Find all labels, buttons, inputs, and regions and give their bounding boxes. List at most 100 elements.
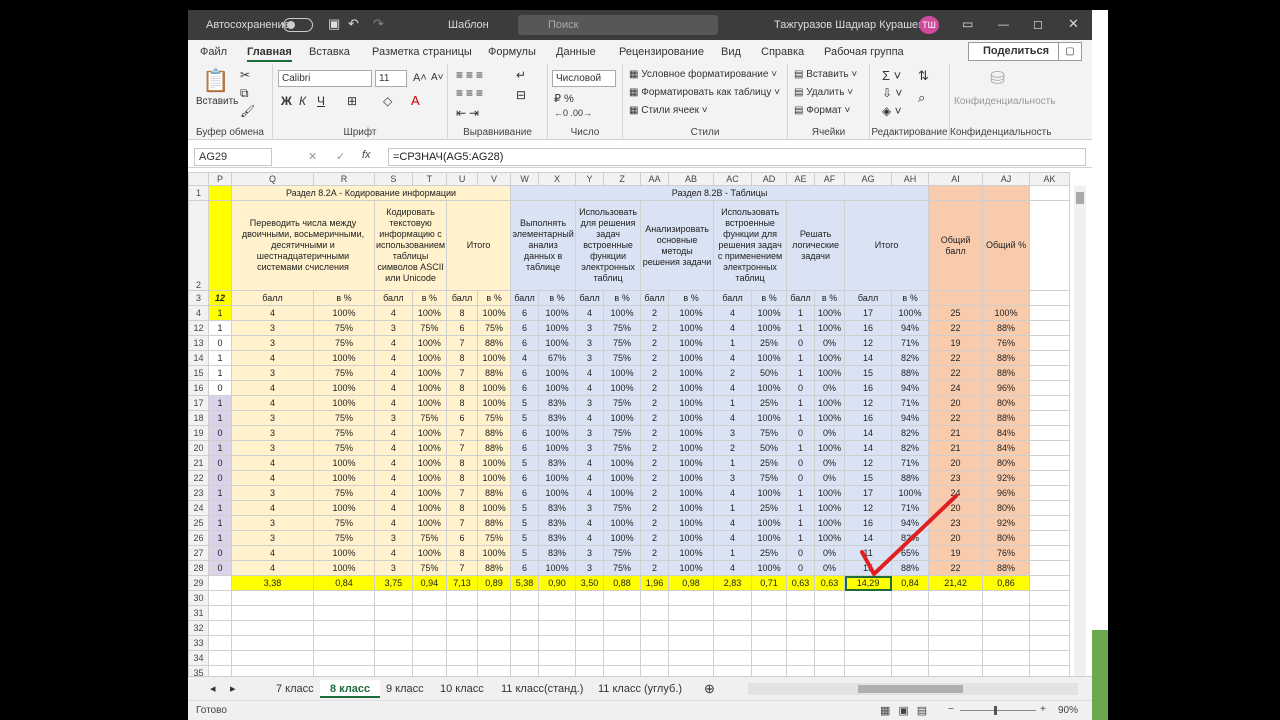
score-cell[interactable]: 100%	[603, 305, 642, 321]
merge-icon[interactable]: ⊟	[516, 88, 526, 102]
cell[interactable]	[1029, 545, 1071, 561]
indent-icons[interactable]: ⇤⇥	[456, 106, 482, 120]
cell[interactable]	[751, 605, 788, 621]
score-cell[interactable]: 76%	[982, 545, 1031, 561]
score-cell[interactable]: 100%	[538, 470, 577, 486]
zoom-out-icon[interactable]: −	[948, 704, 954, 715]
score-cell[interactable]: 75%	[313, 320, 375, 336]
cell[interactable]	[575, 590, 605, 606]
score-cell[interactable]: 24	[928, 380, 984, 396]
score-cell[interactable]: 15	[844, 365, 893, 381]
cell[interactable]	[1029, 560, 1071, 576]
score-cell[interactable]: 83%	[538, 515, 577, 531]
header-logic-tasks[interactable]: Решать логические задачи	[786, 200, 846, 291]
score-cell[interactable]: 100%	[668, 410, 715, 426]
cell[interactable]	[1029, 470, 1071, 486]
cell[interactable]	[374, 635, 413, 651]
score-cell[interactable]: 100%	[814, 395, 846, 411]
score-cell[interactable]: 1	[713, 500, 753, 516]
score-cell[interactable]: 1	[786, 485, 816, 501]
cell[interactable]	[1029, 380, 1071, 396]
bold-button[interactable]: Ж	[281, 94, 292, 108]
sheet-tab-8[interactable]: 8 класс	[320, 680, 381, 698]
average-cell[interactable]: 0,88	[603, 575, 642, 591]
score-cell[interactable]: 4	[713, 380, 753, 396]
average-cell[interactable]: 0,86	[982, 575, 1031, 591]
cell[interactable]	[603, 590, 642, 606]
cell[interactable]	[668, 620, 715, 636]
score-cell[interactable]: 71%	[891, 395, 930, 411]
score-cell[interactable]: 100%	[313, 545, 375, 561]
score-cell[interactable]: 100%	[668, 305, 715, 321]
student-flag[interactable]: 1	[208, 365, 232, 381]
score-cell[interactable]: 2	[640, 530, 670, 546]
cell[interactable]	[640, 620, 670, 636]
row-header[interactable]: 21	[188, 455, 209, 471]
row-header[interactable]: 2	[188, 200, 209, 291]
score-cell[interactable]: 5	[510, 455, 540, 471]
row-header[interactable]: 18	[188, 410, 209, 426]
score-cell[interactable]: 3	[231, 485, 314, 501]
score-cell[interactable]: 100%	[814, 530, 846, 546]
score-cell[interactable]: 19	[928, 335, 984, 351]
score-cell[interactable]: 75%	[313, 365, 375, 381]
cell[interactable]	[640, 605, 670, 621]
score-cell[interactable]: 88%	[477, 425, 512, 441]
score-cell[interactable]: 100%	[313, 380, 375, 396]
score-cell[interactable]: 100%	[538, 560, 577, 576]
score-cell[interactable]: 100%	[668, 380, 715, 396]
autosave-toggle[interactable]	[283, 18, 313, 32]
score-cell[interactable]: 75%	[411, 410, 448, 426]
cell[interactable]	[231, 605, 314, 621]
score-cell[interactable]: 100%	[751, 560, 788, 576]
score-cell[interactable]: 75%	[411, 530, 448, 546]
cell[interactable]	[510, 620, 540, 636]
cell[interactable]	[713, 635, 753, 651]
score-cell[interactable]: 2	[640, 455, 670, 471]
cell[interactable]	[313, 590, 375, 606]
cell[interactable]	[928, 590, 984, 606]
sub-pct[interactable]: в %	[477, 290, 512, 306]
cell[interactable]	[1029, 620, 1071, 636]
score-cell[interactable]: 0%	[814, 545, 846, 561]
cell[interactable]	[786, 590, 816, 606]
header-text-encoding[interactable]: Кодировать текстовую информацию с исполь…	[373, 200, 448, 291]
cell[interactable]	[603, 605, 642, 621]
score-cell[interactable]: 100%	[313, 470, 375, 486]
score-cell[interactable]: 17	[844, 305, 893, 321]
score-cell[interactable]: 14	[844, 350, 893, 366]
col-header[interactable]: AA	[640, 172, 670, 186]
score-cell[interactable]: 2	[640, 350, 670, 366]
score-cell[interactable]: 0%	[814, 335, 846, 351]
cell[interactable]	[668, 650, 715, 666]
score-cell[interactable]: 0	[786, 425, 816, 441]
score-cell[interactable]: 20	[928, 455, 984, 471]
row-header[interactable]: 32	[188, 620, 209, 636]
student-flag[interactable]: 1	[208, 320, 232, 336]
score-cell[interactable]: 75%	[603, 440, 642, 456]
score-cell[interactable]: 4	[231, 500, 314, 516]
redo-icon[interactable]: ↷	[373, 16, 384, 32]
cut-icon[interactable]: ✂	[240, 68, 250, 82]
score-cell[interactable]: 88%	[477, 365, 512, 381]
row-header[interactable]: 30	[188, 590, 209, 606]
score-cell[interactable]: 3	[575, 320, 605, 336]
select-all[interactable]	[188, 172, 209, 186]
cell[interactable]	[1029, 365, 1071, 381]
score-cell[interactable]: 4	[713, 560, 753, 576]
score-cell[interactable]: 2	[640, 425, 670, 441]
score-cell[interactable]: 83%	[538, 500, 577, 516]
cell[interactable]	[411, 620, 448, 636]
cell[interactable]	[751, 650, 788, 666]
cell[interactable]	[891, 590, 930, 606]
score-cell[interactable]: 3	[575, 560, 605, 576]
zoom-slider-thumb[interactable]	[994, 706, 997, 715]
cell[interactable]	[713, 605, 753, 621]
row-header[interactable]: 26	[188, 530, 209, 546]
average-cell[interactable]: 3,50	[575, 575, 605, 591]
cell[interactable]	[313, 620, 375, 636]
score-cell[interactable]: 2	[640, 410, 670, 426]
score-cell[interactable]: 100%	[411, 485, 448, 501]
cell[interactable]	[844, 590, 893, 606]
score-cell[interactable]: 100%	[313, 560, 375, 576]
